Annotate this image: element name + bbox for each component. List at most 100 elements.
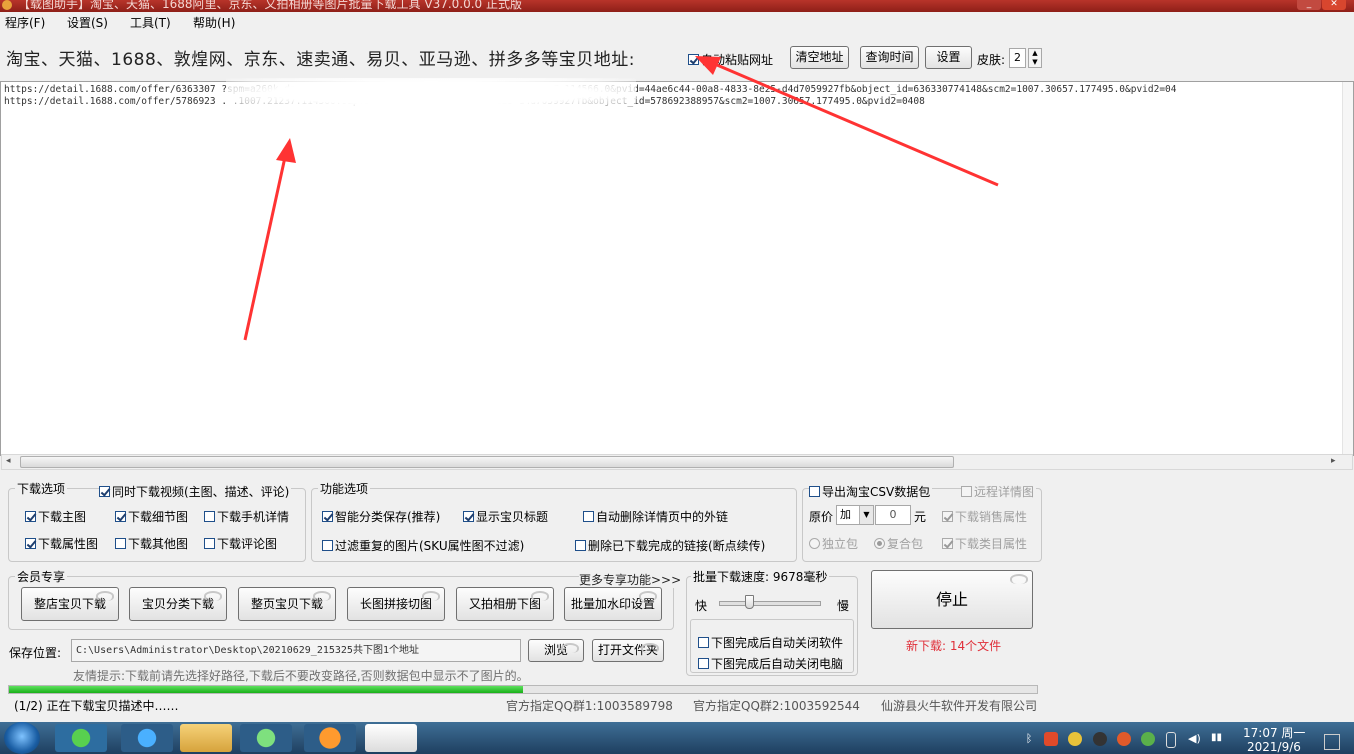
progress-fill bbox=[9, 686, 523, 693]
app-refresh-icon[interactable] bbox=[240, 724, 292, 752]
menu-program[interactable]: 程序(F) bbox=[5, 14, 45, 31]
export-csv-checkbox[interactable]: 导出淘宝CSV数据包 bbox=[809, 483, 933, 500]
checkbox-icon[interactable] bbox=[583, 511, 594, 522]
scroll-left-icon[interactable]: ◂ bbox=[6, 456, 11, 466]
checkbox-icon[interactable] bbox=[25, 538, 36, 549]
show-title-checkbox[interactable]: 显示宝贝标题 bbox=[463, 508, 548, 525]
checkbox-icon[interactable] bbox=[322, 540, 333, 551]
remove-links-checkbox[interactable]: 自动删除详情页中的外链 bbox=[583, 508, 728, 525]
checkbox-icon[interactable] bbox=[463, 511, 474, 522]
export-csv-label: 导出淘宝CSV数据包 bbox=[822, 485, 931, 499]
save-path-input[interactable]: C:\Users\Administrator\Desktop\20210629_… bbox=[71, 639, 521, 662]
auto-paste-check-icon[interactable] bbox=[688, 54, 699, 65]
bluetooth-icon[interactable]: ᛒ bbox=[1022, 732, 1036, 746]
category-attr-checkbox[interactable]: 下载类目属性 bbox=[942, 535, 1027, 552]
menu-help[interactable]: 帮助(H) bbox=[193, 14, 235, 31]
smart-save-checkbox[interactable]: 智能分类保存(推荐) bbox=[322, 508, 440, 525]
video-check-icon[interactable] bbox=[99, 486, 110, 497]
checkbox-icon[interactable] bbox=[942, 538, 953, 549]
skin-spinner[interactable]: ▲ ▼ bbox=[1028, 48, 1042, 68]
delete-finished-checkbox[interactable]: 删除已下载完成的链接(断点续传) bbox=[575, 537, 765, 554]
speed-slider-thumb[interactable] bbox=[745, 595, 754, 609]
remote-detail-checkbox[interactable]: 远程详情图 bbox=[961, 483, 1037, 500]
download-options-label: 下载选项 bbox=[15, 480, 68, 497]
file-explorer-icon[interactable] bbox=[180, 724, 232, 752]
category-download-button[interactable]: 宝贝分类下载 bbox=[129, 587, 227, 621]
speed-slider-track[interactable] bbox=[719, 601, 821, 606]
chevron-down-icon[interactable]: ▼ bbox=[859, 506, 873, 524]
auto-paste-checkbox[interactable]: 自动粘贴网址 bbox=[688, 51, 773, 68]
tray-orange-icon[interactable] bbox=[1117, 732, 1131, 746]
checkbox-icon[interactable] bbox=[575, 540, 586, 551]
clock-date[interactable]: 2021/9/6 bbox=[1247, 740, 1301, 754]
settings-button[interactable]: 设置 bbox=[925, 46, 972, 69]
tray-app-icon[interactable] bbox=[1044, 732, 1058, 746]
single-package-radio[interactable]: 独立包 bbox=[809, 535, 858, 552]
menu-settings[interactable]: 设置(S) bbox=[67, 14, 108, 31]
horizontal-scrollbar[interactable]: ◂ ▸ bbox=[1, 454, 1353, 470]
whole-shop-download-button[interactable]: 整店宝贝下载 bbox=[21, 587, 119, 621]
volume-icon[interactable]: ◀) bbox=[1188, 732, 1202, 746]
app-360-icon[interactable] bbox=[55, 724, 107, 752]
auto-close-app-label: 下图完成后自动关闭软件 bbox=[711, 636, 844, 650]
other-image-checkbox[interactable]: 下载其他图 bbox=[115, 535, 188, 552]
checkbox-icon[interactable] bbox=[322, 511, 333, 522]
checkbox-icon[interactable] bbox=[115, 511, 126, 522]
video-checkbox[interactable]: 同时下载视频(主图、描述、评论) bbox=[99, 483, 292, 500]
browse-button[interactable]: 浏览 bbox=[528, 639, 584, 662]
network-icon[interactable]: ▮▮ bbox=[1211, 732, 1225, 746]
main-image-checkbox[interactable]: 下载主图 bbox=[25, 508, 86, 525]
radio-icon[interactable] bbox=[809, 538, 820, 549]
video-label: 同时下载视频(主图、描述、评论) bbox=[112, 485, 290, 499]
checkbox-icon[interactable] bbox=[698, 637, 709, 648]
battery-icon[interactable] bbox=[1166, 732, 1176, 748]
radio-icon[interactable] bbox=[874, 538, 885, 549]
long-image-stitch-button[interactable]: 长图拼接切图 bbox=[347, 587, 445, 621]
open-folder-button[interactable]: 打开文件夹 bbox=[592, 639, 664, 662]
auto-close-app-checkbox[interactable]: 下图完成后自动关闭软件 bbox=[698, 634, 843, 651]
query-time-button[interactable]: 查询时间 bbox=[860, 46, 919, 69]
dedupe-checkbox[interactable]: 过滤重复的图片(SKU属性图不过滤) bbox=[322, 537, 524, 554]
youpai-album-button[interactable]: 又拍相册下图 bbox=[456, 587, 554, 621]
skin-input[interactable]: 2 bbox=[1009, 48, 1026, 68]
scroll-right-icon[interactable]: ▸ bbox=[1331, 456, 1336, 466]
qq-icon[interactable] bbox=[1093, 732, 1107, 746]
sales-attr-checkbox[interactable]: 下载销售属性 bbox=[942, 508, 1027, 525]
merged-package-radio[interactable]: 复合包 bbox=[874, 535, 923, 552]
mobile-detail-checkbox[interactable]: 下载手机详情 bbox=[204, 508, 289, 525]
zaitu-app-icon[interactable] bbox=[365, 724, 417, 752]
batch-watermark-button[interactable]: 批量加水印设置 bbox=[564, 587, 662, 621]
checkbox-icon[interactable] bbox=[809, 486, 820, 497]
checkbox-icon[interactable] bbox=[942, 511, 953, 522]
close-icon[interactable]: ✕ bbox=[1322, 0, 1346, 10]
menu-tools[interactable]: 工具(T) bbox=[130, 14, 171, 31]
checkbox-icon[interactable] bbox=[204, 511, 215, 522]
checkbox-icon[interactable] bbox=[204, 538, 215, 549]
show-desktop-icon[interactable] bbox=[1324, 734, 1340, 750]
wechat-icon[interactable] bbox=[1068, 732, 1082, 746]
internet-explorer-icon[interactable] bbox=[121, 724, 173, 752]
tray-green-icon[interactable] bbox=[1141, 732, 1155, 746]
detail-image-checkbox[interactable]: 下载细节图 bbox=[115, 508, 188, 525]
downloader-icon[interactable] bbox=[304, 724, 356, 752]
start-button-icon[interactable] bbox=[4, 722, 40, 754]
vertical-scrollbar[interactable] bbox=[1342, 82, 1353, 454]
clock-time[interactable]: 17:07 周一 bbox=[1243, 724, 1305, 741]
auto-shutdown-checkbox[interactable]: 下图完成后自动关闭电脑 bbox=[698, 655, 843, 672]
checkbox-icon[interactable] bbox=[25, 511, 36, 522]
checkbox-icon[interactable] bbox=[698, 658, 709, 669]
clear-urls-button[interactable]: 清空地址 bbox=[790, 46, 849, 69]
price-op-select[interactable]: 加 ▼ bbox=[836, 505, 874, 525]
minimize-icon[interactable]: _ bbox=[1297, 0, 1321, 10]
checkbox-icon[interactable] bbox=[115, 538, 126, 549]
price-input[interactable]: 0 bbox=[875, 505, 911, 525]
stop-button[interactable]: 停止 bbox=[871, 570, 1033, 629]
more-features-link[interactable]: 更多专享功能>>> bbox=[579, 571, 682, 588]
url-textarea[interactable]: https://detail.1688.com/offer/6363307 ?s… bbox=[0, 78, 1354, 456]
whole-page-download-button[interactable]: 整页宝贝下载 bbox=[238, 587, 336, 621]
save-location-label: 保存位置: bbox=[9, 646, 62, 660]
checkbox-icon[interactable] bbox=[961, 486, 972, 497]
attr-image-checkbox[interactable]: 下载属性图 bbox=[25, 535, 98, 552]
review-image-checkbox[interactable]: 下载评论图 bbox=[204, 535, 277, 552]
scroll-thumb[interactable] bbox=[20, 456, 954, 468]
